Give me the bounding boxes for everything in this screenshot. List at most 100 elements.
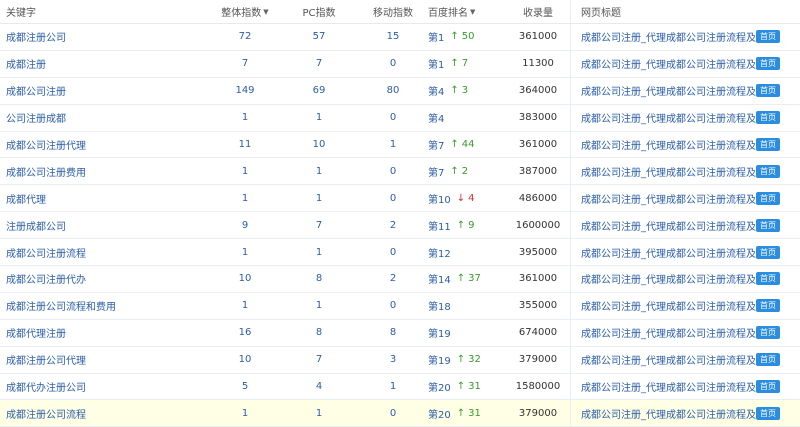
- pc-index-link[interactable]: 1: [316, 408, 322, 419]
- total-index-link[interactable]: 1: [242, 193, 248, 204]
- mobile-index-link[interactable]: 1: [390, 381, 396, 392]
- pc-index-link[interactable]: 8: [316, 327, 322, 338]
- pc-index-link[interactable]: 1: [316, 112, 322, 123]
- mobile-index-link[interactable]: 1: [390, 139, 396, 150]
- page-title-link[interactable]: 成都公司注册_代理成都公司注册流程及费用: [581, 271, 776, 286]
- pc-index-link[interactable]: 57: [313, 31, 326, 42]
- homepage-button[interactable]: 首页: [756, 84, 780, 98]
- pc-index-link[interactable]: 7: [316, 354, 322, 365]
- keyword-link[interactable]: 成都代理: [6, 191, 46, 206]
- mobile-index-link[interactable]: 15: [387, 31, 400, 42]
- homepage-button[interactable]: 首页: [756, 138, 780, 151]
- keyword-link[interactable]: 成都注册: [6, 56, 46, 71]
- mobile-index-link[interactable]: 0: [390, 58, 396, 69]
- rank-link[interactable]: 第20: [428, 379, 451, 394]
- mobile-index-link[interactable]: 0: [390, 166, 396, 177]
- keyword-link[interactable]: 成都公司注册代办: [6, 271, 86, 286]
- page-title-link[interactable]: 成都公司注册_代理成都公司注册流程及费用: [581, 56, 776, 71]
- mobile-index-link[interactable]: 3: [390, 354, 396, 365]
- rank-link[interactable]: 第7: [428, 137, 444, 152]
- keyword-link[interactable]: 成都代理注册: [6, 325, 66, 340]
- total-index-link[interactable]: 1: [242, 408, 248, 419]
- homepage-button[interactable]: 首页: [756, 326, 780, 340]
- mobile-index-link[interactable]: 2: [390, 220, 396, 231]
- total-index-link[interactable]: 10: [239, 273, 252, 284]
- keyword-link[interactable]: 成都注册公司流程和费用: [6, 298, 116, 313]
- rank-link[interactable]: 第1: [428, 56, 444, 71]
- page-title-link[interactable]: 成都公司注册_代理成都公司注册流程及费用: [581, 245, 776, 260]
- page-title-link[interactable]: 成都公司注册_代理成都公司注册流程及费用: [581, 110, 776, 125]
- total-index-link[interactable]: 9: [242, 220, 248, 231]
- pc-index-link[interactable]: 69: [313, 85, 326, 96]
- page-title-link[interactable]: 成都公司注册_代理成都公司注册流程及费用: [581, 352, 776, 367]
- keyword-link[interactable]: 成都公司注册费用: [6, 164, 86, 179]
- rank-link[interactable]: 第7: [428, 164, 444, 179]
- page-title-link[interactable]: 成都公司注册_代理成都公司注册流程及费用: [581, 406, 776, 421]
- homepage-button[interactable]: 首页: [756, 353, 780, 367]
- total-index-link[interactable]: 7: [242, 58, 248, 69]
- homepage-button[interactable]: 首页: [756, 272, 780, 286]
- pc-index-link[interactable]: 4: [316, 381, 322, 392]
- rank-link[interactable]: 第19: [428, 325, 451, 340]
- page-title-link[interactable]: 成都公司注册_代理成都公司注册流程及费用: [581, 191, 776, 206]
- pc-index-link[interactable]: 1: [316, 247, 322, 258]
- homepage-button[interactable]: 首页: [756, 30, 780, 44]
- pc-index-link[interactable]: 1: [316, 193, 322, 204]
- rank-link[interactable]: 第20: [428, 406, 451, 421]
- mobile-index-link[interactable]: 0: [390, 112, 396, 123]
- keyword-link[interactable]: 成都代办注册公司: [6, 379, 86, 394]
- homepage-button[interactable]: 首页: [756, 57, 780, 71]
- pc-index-link[interactable]: 7: [316, 220, 322, 231]
- rank-link[interactable]: 第11: [428, 218, 451, 233]
- keyword-link[interactable]: 成都公司注册: [6, 83, 66, 98]
- keyword-link[interactable]: 成都注册公司代理: [6, 352, 86, 367]
- total-index-link[interactable]: 149: [235, 85, 254, 96]
- total-index-link[interactable]: 72: [239, 31, 252, 42]
- mobile-index-link[interactable]: 0: [390, 300, 396, 311]
- keyword-link[interactable]: 公司注册成都: [6, 110, 66, 125]
- homepage-button[interactable]: 首页: [756, 406, 780, 420]
- keyword-link[interactable]: 成都公司注册代理: [6, 137, 86, 152]
- page-title-link[interactable]: 成都公司注册_代理成都公司注册流程及费用: [581, 379, 776, 394]
- total-index-link[interactable]: 1: [242, 300, 248, 311]
- pc-index-link[interactable]: 1: [316, 300, 322, 311]
- homepage-button[interactable]: 首页: [756, 111, 780, 125]
- rank-link[interactable]: 第4: [428, 83, 444, 98]
- col-header-total-index[interactable]: 整体指数 ▼: [220, 0, 270, 23]
- page-title-link[interactable]: 成都公司注册_代理成都公司注册流程及费用: [581, 325, 776, 340]
- keyword-link[interactable]: 注册成都公司: [6, 218, 66, 233]
- page-title-link[interactable]: 成都公司注册_代理成都公司注册流程及费用: [581, 137, 776, 152]
- rank-link[interactable]: 第19: [428, 352, 451, 367]
- mobile-index-link[interactable]: 0: [390, 193, 396, 204]
- rank-link[interactable]: 第18: [428, 298, 451, 313]
- homepage-button[interactable]: 首页: [756, 191, 780, 205]
- keyword-link[interactable]: 成都注册公司: [6, 29, 66, 44]
- total-index-link[interactable]: 1: [242, 247, 248, 258]
- page-title-link[interactable]: 成都公司注册_代理成都公司注册流程及费用: [581, 164, 776, 179]
- pc-index-link[interactable]: 10: [313, 139, 326, 150]
- keyword-link[interactable]: 成都注册公司流程: [6, 406, 86, 421]
- page-title-link[interactable]: 成都公司注册_代理成都公司注册流程及费用: [581, 298, 776, 313]
- pc-index-link[interactable]: 1: [316, 166, 322, 177]
- mobile-index-link[interactable]: 2: [390, 273, 396, 284]
- col-header-baidu-rank[interactable]: 百度排名 ▼: [428, 0, 508, 23]
- pc-index-link[interactable]: 7: [316, 58, 322, 69]
- total-index-link[interactable]: 11: [239, 139, 252, 150]
- rank-link[interactable]: 第14: [428, 271, 451, 286]
- mobile-index-link[interactable]: 0: [390, 247, 396, 258]
- rank-link[interactable]: 第10: [428, 191, 451, 206]
- page-title-link[interactable]: 成都公司注册_代理成都公司注册流程及费用: [581, 83, 776, 98]
- rank-link[interactable]: 第12: [428, 245, 451, 260]
- rank-link[interactable]: 第4: [428, 110, 444, 125]
- total-index-link[interactable]: 5: [242, 381, 248, 392]
- total-index-link[interactable]: 1: [242, 112, 248, 123]
- total-index-link[interactable]: 1: [242, 166, 248, 177]
- mobile-index-link[interactable]: 0: [390, 408, 396, 419]
- mobile-index-link[interactable]: 8: [390, 327, 396, 338]
- page-title-link[interactable]: 成都公司注册_代理成都公司注册流程及费用: [581, 218, 776, 233]
- homepage-button[interactable]: 首页: [756, 299, 780, 313]
- homepage-button[interactable]: 首页: [756, 164, 780, 178]
- keyword-link[interactable]: 成都公司注册流程: [6, 245, 86, 260]
- page-title-link[interactable]: 成都公司注册_代理成都公司注册流程及费用: [581, 29, 776, 44]
- homepage-button[interactable]: 首页: [756, 218, 780, 232]
